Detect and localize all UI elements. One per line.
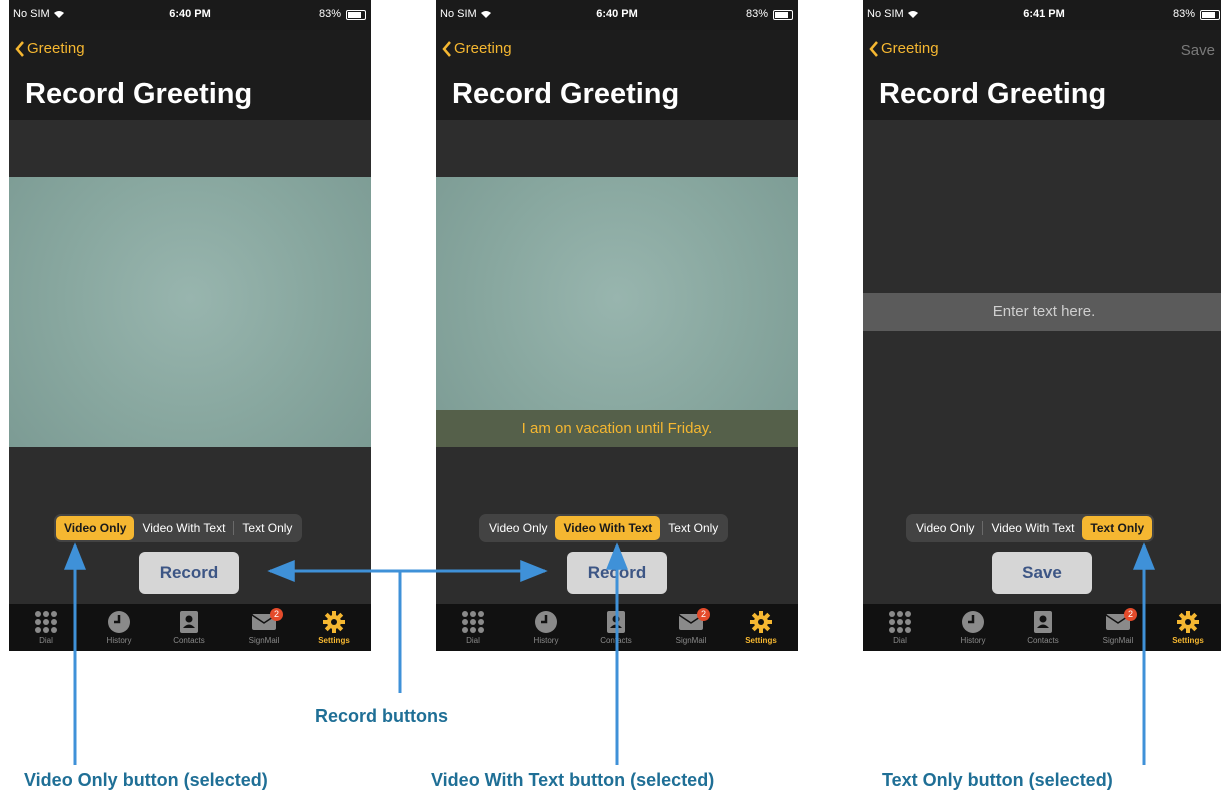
- callout-arrows: [64, 542, 1155, 765]
- callout-record-buttons: Record buttons: [315, 706, 448, 726]
- callout-video-only: Video Only button (selected): [24, 770, 268, 790]
- callout-video-with-text: Video With Text button (selected): [431, 770, 715, 790]
- callout-text-only: Text Only button (selected): [882, 770, 1113, 790]
